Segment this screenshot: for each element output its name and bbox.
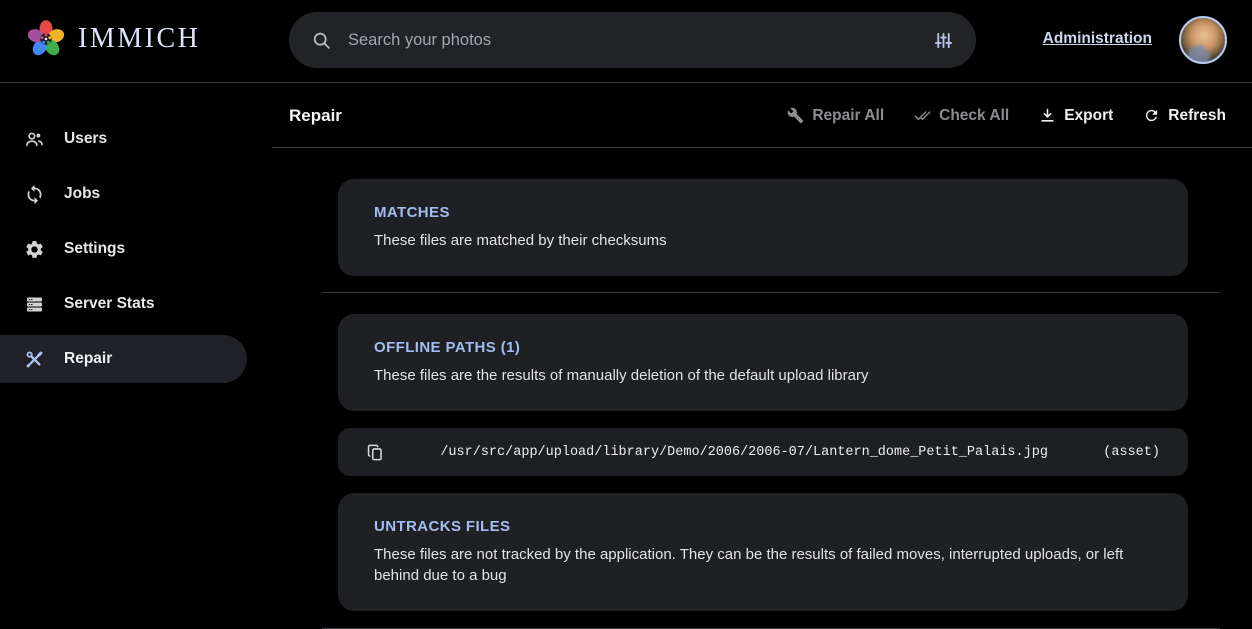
top-navigation-bar: IMMICH Administration [0,0,1252,83]
offline-file-row[interactable]: /usr/src/app/upload/library/Demo/2006/20… [338,428,1188,476]
offline-paths-description: These files are the results of manually … [374,365,1149,386]
search-bar[interactable] [289,12,976,68]
matches-card: MATCHES These files are matched by their… [338,179,1188,276]
main-content: Repair Repair All [272,84,1252,629]
administration-link[interactable]: Administration [1043,30,1152,48]
export-button[interactable]: Export [1039,107,1113,125]
sidebar-item-label: Users [64,130,107,148]
gear-icon [24,239,45,260]
immich-flower-icon [24,17,68,61]
matches-title: MATCHES [374,204,1152,221]
sidebar-item-label: Jobs [64,185,100,203]
copy-path-button[interactable] [366,443,385,462]
refresh-icon [1143,107,1160,124]
sidebar-item-label: Settings [64,240,125,258]
sidebar-item-repair[interactable]: Repair [0,335,247,383]
copy-icon [366,443,385,462]
wrench-icon [787,107,804,124]
search-icon [311,30,332,51]
page-title: Repair [289,106,342,126]
sync-icon [24,184,45,205]
check-all-label: Check All [939,107,1009,125]
untracked-files-card: UNTRACKS FILES These files are not track… [338,493,1188,611]
check-all-button[interactable]: Check All [914,107,1009,125]
refresh-button[interactable]: Refresh [1143,107,1226,125]
offline-paths-card: OFFLINE PATHS (1) These files are the re… [338,314,1188,411]
sidebar-item-settings[interactable]: Settings [0,225,247,273]
offline-file-path: /usr/src/app/upload/library/Demo/2006/20… [385,445,1103,460]
sidebar-item-server-stats[interactable]: Server Stats [0,280,247,328]
repair-all-label: Repair All [812,107,884,125]
tools-icon [24,349,45,370]
immich-admin-repair-page: IMMICH Administration [0,0,1252,629]
page-header: Repair Repair All [272,84,1252,148]
server-icon [24,294,45,315]
user-avatar[interactable] [1179,16,1227,64]
admin-sidebar: Users Jobs Settings [0,84,272,629]
search-filters-icon[interactable] [933,30,954,51]
offline-paths-title: OFFLINE PATHS (1) [374,339,1152,356]
download-icon [1039,107,1056,124]
untracked-files-title: UNTRACKS FILES [374,518,1152,535]
header-toolbar: Repair All Check All [787,107,1226,125]
sidebar-item-users[interactable]: Users [0,115,247,163]
users-icon [24,129,45,150]
sidebar-item-label: Repair [64,350,112,368]
repair-all-button[interactable]: Repair All [787,107,884,125]
sidebar-item-jobs[interactable]: Jobs [0,170,247,218]
untracked-files-description: These files are not tracked by the appli… [374,544,1149,586]
offline-file-tag: (asset) [1103,445,1161,460]
search-input[interactable] [346,30,919,51]
done-all-icon [914,107,931,124]
export-label: Export [1064,107,1113,125]
sidebar-item-label: Server Stats [64,295,154,313]
repair-sections: MATCHES These files are matched by their… [272,148,1252,629]
immich-logo[interactable]: IMMICH [24,17,200,61]
matches-description: These files are matched by their checksu… [374,230,1149,251]
refresh-label: Refresh [1168,107,1226,125]
logo-wordmark: IMMICH [78,23,200,55]
section-divider [322,292,1220,293]
